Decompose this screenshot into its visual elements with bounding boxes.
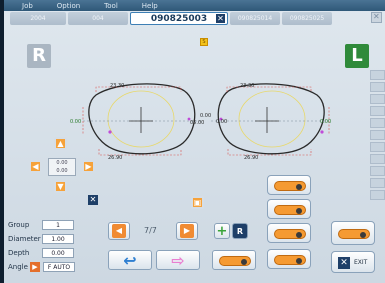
lens-polish-icon: [274, 255, 306, 265]
reset-offset-icon[interactable]: ✕: [88, 195, 98, 205]
tab-active-label: 090825003: [150, 13, 208, 24]
measurement-side-right: 0.00: [320, 119, 332, 125]
arrow-up-icon: ▲: [57, 139, 64, 148]
offset-value-2: 0.00: [56, 168, 68, 174]
right-lens-point: [108, 130, 112, 134]
tab-job-4[interactable]: 090825014: [230, 12, 280, 25]
exit-label: EXIT: [354, 259, 368, 266]
right-toolbar-button[interactable]: [370, 178, 385, 188]
marker-icon: ▣: [193, 198, 202, 207]
move-up-button[interactable]: ▲: [54, 137, 67, 150]
redo-arrow-icon: ⇨: [171, 250, 185, 270]
undo-button[interactable]: ↩: [108, 250, 152, 270]
angle-dropdown-icon[interactable]: ▶: [30, 261, 40, 272]
right-toolbar-button[interactable]: [370, 70, 385, 80]
offset-readout: 0.00 0.00: [48, 158, 76, 176]
parameters-panel: Group 1 Diameter 1.00 Depth 0.00 Angle ▶…: [8, 218, 100, 274]
right-toolbar-button[interactable]: [370, 190, 385, 200]
tab-job-2[interactable]: 004: [68, 12, 128, 25]
menu-option[interactable]: Option: [57, 2, 80, 10]
right-toolbar-button[interactable]: [370, 142, 385, 152]
right-toolbar-button[interactable]: [370, 82, 385, 92]
edge-tool-4-button[interactable]: [267, 249, 311, 269]
center-marker-button[interactable]: ▣: [191, 196, 204, 209]
right-toolbar: [370, 70, 385, 210]
groove-tool-button[interactable]: [212, 250, 256, 270]
prev-arrow-icon: ◀: [112, 224, 126, 238]
angle-label: Angle: [8, 262, 28, 271]
menu-help[interactable]: Help: [142, 2, 158, 10]
measurement-bridge-top: 0.00: [200, 113, 212, 119]
diameter-field[interactable]: 1.00: [42, 233, 74, 244]
lens-start-icon: [338, 229, 370, 239]
menu-bar: Job Option Tool Help: [4, 0, 385, 11]
redo-button[interactable]: ⇨: [156, 250, 200, 270]
group-label: Group: [8, 220, 30, 229]
drill-icon: R: [236, 226, 244, 236]
left-lens-shape: [217, 83, 325, 155]
move-down-button[interactable]: ▼: [54, 180, 67, 193]
lens-groove-icon: [219, 256, 251, 266]
tab-active-job[interactable]: 090825003 ✕: [130, 12, 228, 25]
edge-tool-1-button[interactable]: [267, 175, 311, 195]
depth-label: Depth: [8, 248, 30, 257]
offset-value-1: 0.00: [56, 160, 68, 166]
edge-tool-2-button[interactable]: [267, 199, 311, 219]
angle-field[interactable]: F AUTO: [43, 261, 75, 272]
left-lens-point: [320, 130, 324, 134]
measurement-top-left: 23.30: [110, 83, 125, 89]
undo-arrow-icon: ↩: [123, 250, 137, 270]
right-lens-shape: [88, 83, 196, 155]
drill-tool-button[interactable]: R: [232, 223, 248, 239]
next-arrow-icon: ▶: [180, 224, 194, 238]
lens-bevel-icon: [274, 205, 306, 215]
lens-notch-icon: [274, 229, 306, 239]
group-field[interactable]: 1: [42, 219, 74, 230]
measurement-top-right: 23.30: [240, 83, 255, 89]
exit-icon: ✕: [338, 257, 350, 269]
arrow-right-icon: ▶: [85, 162, 92, 171]
move-left-button[interactable]: ◀: [29, 160, 42, 173]
depth-field[interactable]: 0.00: [42, 247, 74, 258]
page-indicator: 7/7: [144, 226, 157, 235]
arrow-down-icon: ▼: [57, 182, 64, 191]
right-toolbar-button[interactable]: [370, 118, 385, 128]
tab-job-5[interactable]: 090825025: [282, 12, 332, 25]
add-button[interactable]: +: [214, 223, 230, 239]
lens-edge-icon: [274, 181, 306, 191]
measurement-inner-left: 0.00: [216, 119, 228, 125]
menu-tool[interactable]: Tool: [104, 2, 118, 10]
edge-tool-3-button[interactable]: [267, 223, 311, 243]
diameter-label: Diameter: [8, 234, 41, 243]
measurement-bridge-bottom: 05.00: [190, 120, 205, 126]
arrow-left-icon: ◀: [32, 162, 39, 171]
right-toolbar-button[interactable]: [370, 154, 385, 164]
right-toolbar-button[interactable]: [370, 166, 385, 176]
right-toolbar-button[interactable]: [370, 130, 385, 140]
measurement-bottom-left: 26.90: [108, 155, 123, 161]
prev-page-button[interactable]: ◀: [108, 222, 130, 240]
job-tab-bar: 2004 004 090825003 ✕ 090825014 090825025: [10, 12, 370, 25]
exit-button[interactable]: ✕ EXIT: [331, 251, 375, 273]
next-page-button[interactable]: ▶: [176, 222, 198, 240]
plus-icon: +: [216, 223, 228, 239]
measurement-bottom-right: 26.90: [244, 155, 259, 161]
measurement-side-left: 0.00: [70, 119, 82, 125]
app-screen: Job Option Tool Help 2004 004 090825003 …: [4, 0, 385, 283]
right-toolbar-button[interactable]: [370, 94, 385, 104]
tab-job-1[interactable]: 2004: [10, 12, 66, 25]
menu-job[interactable]: Job: [22, 2, 33, 10]
start-edging-button[interactable]: [331, 221, 375, 245]
close-tab-icon[interactable]: ✕: [216, 14, 225, 23]
right-toolbar-button[interactable]: [370, 106, 385, 116]
move-right-button[interactable]: ▶: [82, 160, 95, 173]
window-close-icon[interactable]: [371, 12, 382, 23]
left-lens-inner: [238, 90, 306, 148]
